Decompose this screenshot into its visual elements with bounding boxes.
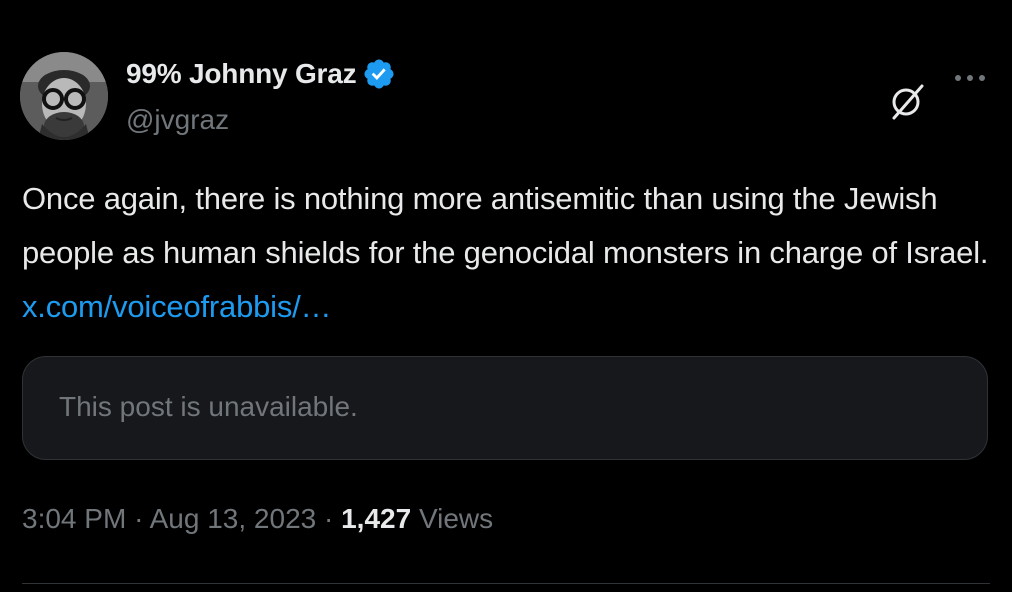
tweet-date[interactable]: Aug 13, 2023 (150, 503, 317, 534)
avatar-image (20, 52, 108, 140)
author-name-row: 99% Johnny Graz (126, 56, 396, 92)
tweet-body: Once again, there is nothing more antise… (22, 181, 989, 270)
grok-icon[interactable] (888, 82, 928, 122)
unavailable-message: This post is unavailable. (59, 391, 358, 422)
meta-separator: · (134, 503, 144, 534)
author-handle[interactable]: @jvgraz (126, 104, 229, 136)
avatar[interactable] (20, 52, 108, 140)
tweet: 99% Johnny Graz @jvgraz Once again, ther… (0, 0, 1012, 592)
tweet-text: Once again, there is nothing more antise… (22, 172, 992, 334)
quoted-post-card[interactable]: This post is unavailable. (22, 356, 988, 460)
verified-badge-icon[interactable] (362, 57, 396, 91)
views-label: Views (418, 503, 494, 534)
more-options-icon[interactable] (950, 64, 990, 92)
divider (22, 583, 990, 584)
tweet-meta: 3:04 PM · Aug 13, 2023 · 1,427 Views (22, 503, 493, 535)
views-count: 1,427 (341, 503, 412, 534)
tweet-time[interactable]: 3:04 PM (22, 503, 126, 534)
tweet-link[interactable]: x.com/voiceofrabbis/… (22, 289, 332, 324)
meta-separator: · (324, 503, 334, 534)
author-display-name[interactable]: 99% Johnny Graz (126, 58, 357, 90)
